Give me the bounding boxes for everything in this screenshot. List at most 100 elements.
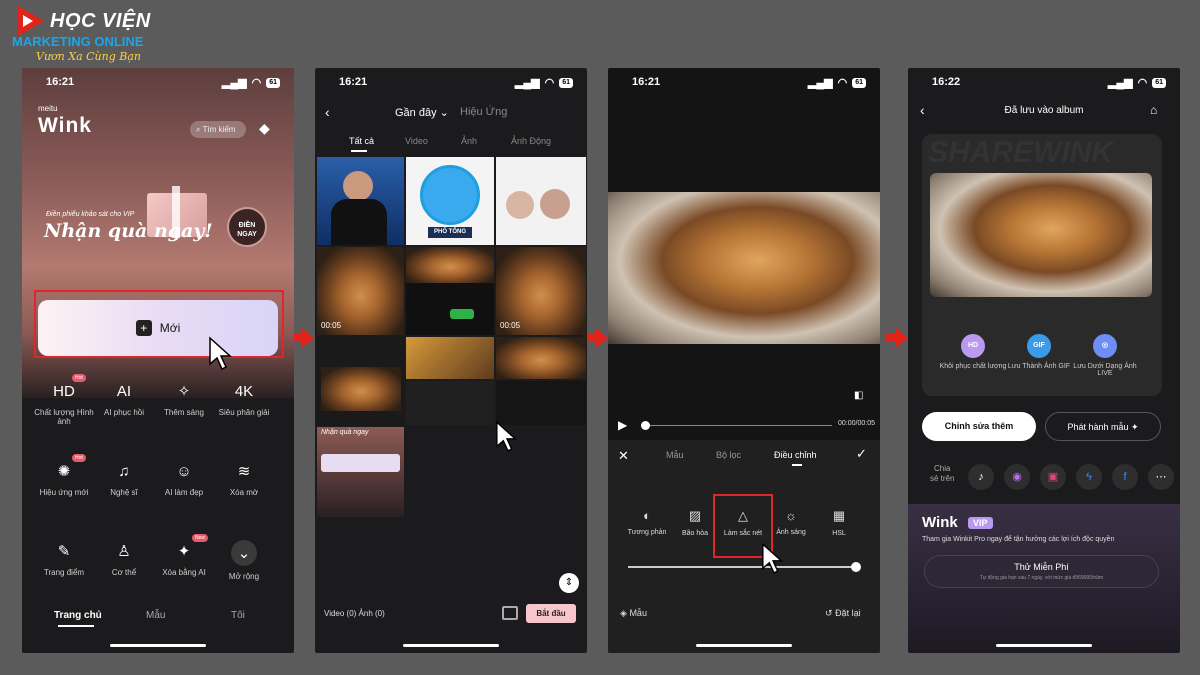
filter-gif[interactable]: Ảnh Động <box>511 136 551 146</box>
filter-all[interactable]: Tất cả <box>349 136 374 146</box>
tool-item[interactable]: ♙ Cơ thể <box>90 540 158 577</box>
signal-icon: ▂▄▆ <box>514 77 540 89</box>
tool-label: AI phục hồi <box>103 408 145 417</box>
tab-adjust[interactable]: Điều chỉnh <box>774 450 817 460</box>
media-thumb[interactable]: 00:05 <box>496 247 586 335</box>
tab-templates[interactable]: Mẫu <box>666 450 684 460</box>
tool-item[interactable]: ✦ Xóa bằng AI New <box>150 534 218 577</box>
filter-photo[interactable]: Ảnh <box>461 136 477 146</box>
instagram-icon[interactable]: ▣ <box>1040 464 1066 490</box>
slider-handle[interactable] <box>851 562 861 572</box>
capcut-icon[interactable]: ◉ <box>1004 464 1030 490</box>
vip-diamond-icon[interactable]: ◆ <box>259 120 270 137</box>
recent-dropdown[interactable]: Gần đây ⌄ <box>395 106 449 119</box>
publish-template-button[interactable]: Phát hành mẫu ✦ <box>1045 412 1161 441</box>
portrait-face <box>540 189 570 219</box>
layers-icon: ◈ <box>620 608 627 618</box>
adjust-tool[interactable]: ◇ Điể <box>856 508 880 537</box>
play-icon[interactable]: ▶ <box>618 418 627 432</box>
timeline-track[interactable] <box>642 425 832 426</box>
4k-icon: 4K <box>234 382 254 400</box>
sort-icon[interactable]: ⇕ <box>559 573 579 593</box>
share-label: Chia sẻ trên <box>930 464 955 483</box>
tool-item[interactable]: ✧ Thêm sáng <box>150 380 218 417</box>
promo-fill-button[interactable]: ĐIỀN NGAY <box>227 207 267 247</box>
badge: Hot <box>72 454 86 462</box>
tool-item[interactable]: ≋ Xóa mờ <box>210 460 278 497</box>
tool-label: Thêm sáng <box>163 408 205 417</box>
filter-video[interactable]: Video <box>405 136 428 146</box>
layout-icon[interactable] <box>502 606 518 620</box>
brand-small: meitu <box>38 104 58 113</box>
tab-me[interactable]: Tôi <box>231 610 245 621</box>
toggle-icon <box>450 309 474 319</box>
filter-indicator <box>351 150 367 152</box>
search-button[interactable]: ⌕ Tìm kiếm <box>190 121 246 138</box>
cursor-icon <box>496 420 518 452</box>
media-thumb[interactable] <box>406 337 494 379</box>
battery-icon: 61 <box>1152 77 1166 88</box>
intensity-slider[interactable] <box>628 566 856 568</box>
media-thumb[interactable] <box>317 157 404 245</box>
tab-templates[interactable]: Mẫu <box>146 610 165 621</box>
facebook-icon[interactable]: f <box>1112 464 1138 490</box>
media-thumb[interactable] <box>496 337 586 379</box>
tool-label: Hiệu ứng mới <box>39 488 89 497</box>
party-icon: ✺ <box>57 463 71 480</box>
logo-brand: HỌC VIỆN <box>50 10 151 32</box>
tool-item[interactable]: ✎ Trang điểm <box>30 540 98 577</box>
templates-button[interactable]: ◈ Mẫu <box>620 608 647 619</box>
tab-home[interactable]: Trang chủ <box>54 610 102 621</box>
tiktok-icon[interactable]: ♪ <box>968 464 994 490</box>
tool-label: Chất lượng Hình ảnh <box>34 408 94 426</box>
tool-item[interactable]: ✺ Hiệu ứng mới Hot <box>30 454 98 497</box>
media-thumb[interactable] <box>496 157 586 245</box>
media-thumb[interactable] <box>406 381 494 425</box>
portrait-face <box>343 171 373 201</box>
app-name: Wink <box>38 114 92 137</box>
more-icon[interactable]: ⋯ <box>1148 464 1174 490</box>
home-indicator <box>696 644 792 647</box>
tool-icon: ◇ <box>856 508 880 524</box>
video-editor-preview <box>406 247 494 283</box>
media-thumb[interactable]: PHỐ TỔNG <box>406 157 494 245</box>
mini-new-button <box>321 454 400 472</box>
new-project-button[interactable]: + Mới <box>38 300 278 356</box>
vip-logo: Wink <box>922 514 958 531</box>
confirm-icon[interactable]: ✓ <box>856 446 867 462</box>
timecode: 00:00/00:05 <box>838 420 875 427</box>
start-button[interactable]: Bắt đầu <box>526 604 576 623</box>
magic-wand-icon: ✦ <box>177 543 191 560</box>
tool-item[interactable]: ⌄ Mở rộng <box>210 540 278 581</box>
chevron-down-icon: ⌄ <box>231 540 257 566</box>
compare-icon[interactable]: ◧ <box>854 390 863 401</box>
tool-item[interactable]: AI AI phục hồi <box>90 380 158 418</box>
tool-item[interactable]: ♫ Nghệ sĩ <box>90 460 158 498</box>
home-icon[interactable]: ⌂ <box>1150 103 1157 117</box>
free-trial-button[interactable]: Thử Miễn Phí Tự động gia hạn sau 7 ngày,… <box>924 555 1159 588</box>
messenger-icon[interactable]: ϟ <box>1076 464 1102 490</box>
save-option[interactable]: ◎ Lưu Dưới Dạng Ảnh LIVE <box>1070 334 1140 377</box>
tool-item[interactable]: 4K Siêu phân giải <box>210 380 278 418</box>
effects-tab[interactable]: Hiệu Ứng <box>460 106 507 118</box>
phone-gallery-screen: 16:21 ▂▄▆ ◠ 61 ‹ Gần đây ⌄ Hiệu Ứng Tất cả… <box>315 68 587 653</box>
edit-more-button[interactable]: Chỉnh sửa thêm <box>922 412 1036 441</box>
timeline-handle[interactable] <box>641 421 650 430</box>
close-icon[interactable]: ✕ <box>618 448 629 464</box>
tool-item[interactable]: HD Chất lượng Hình ảnh Hot <box>30 374 98 426</box>
save-option[interactable]: GIF Lưu Thành Ảnh GIF <box>1004 334 1074 370</box>
media-thumb[interactable] <box>496 381 586 425</box>
plus-icon: + <box>135 320 152 336</box>
media-thumb[interactable] <box>406 247 494 335</box>
thumb-caption: PHỐ TỔNG <box>428 227 472 238</box>
tool-item[interactable]: ☺ AI làm đẹp <box>150 460 218 498</box>
media-thumb[interactable] <box>317 337 404 425</box>
reset-button[interactable]: ↺ Đặt lại <box>825 608 861 619</box>
media-thumb[interactable]: 00:05 <box>317 247 404 335</box>
body-icon: ♙ <box>117 543 131 560</box>
media-thumb[interactable]: Nhận quà ngay <box>317 427 404 517</box>
music-icon: ♫ <box>118 462 130 480</box>
tab-filters[interactable]: Bộ lọc <box>716 450 741 460</box>
back-icon[interactable]: ‹ <box>325 104 330 120</box>
save-option[interactable]: HD Khôi phục chất lượng <box>938 334 1008 370</box>
